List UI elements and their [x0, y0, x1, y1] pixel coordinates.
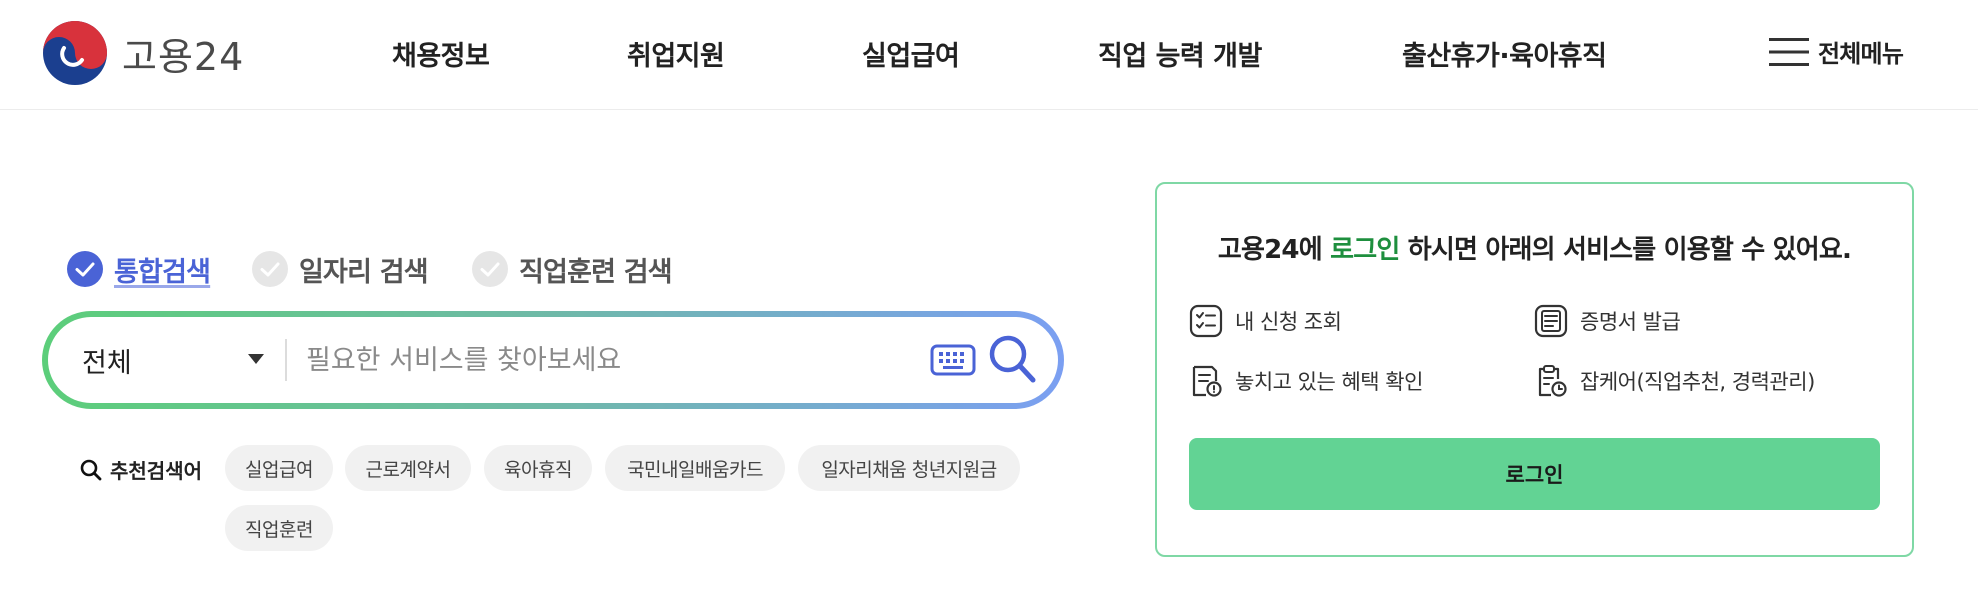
- service-certificate-issue[interactable]: 증명서 발급: [1534, 304, 1681, 338]
- checklist-icon: [1189, 304, 1223, 338]
- hamburger-icon: [1769, 37, 1809, 66]
- taegeuk-logo-icon: [43, 21, 107, 85]
- login-panel: 고용24에 로그인 하시면 아래의 서비스를 이용할 수 있어요. 내 신청 조…: [1155, 182, 1914, 557]
- tab-training-search[interactable]: 직업훈련 검색: [471, 248, 673, 290]
- all-menu-label: 전체메뉴: [1818, 40, 1904, 68]
- nav-item-unemployment-benefit[interactable]: 실업급여: [862, 34, 960, 73]
- all-menu-button[interactable]: 전체메뉴: [1768, 34, 1904, 69]
- search-input[interactable]: [306, 335, 926, 385]
- keyword-chip[interactable]: 국민내일배움카드: [605, 445, 785, 491]
- logo-text: 고용24: [122, 34, 245, 79]
- keyword-chip[interactable]: 직업훈련: [225, 505, 333, 551]
- keyword-chip[interactable]: 육아휴직: [484, 445, 592, 491]
- search-bar: 전체: [42, 311, 1064, 409]
- service-label: 내 신청 조회: [1235, 310, 1342, 334]
- service-job-care[interactable]: 잡케어(직업추천, 경력관리): [1534, 364, 1815, 398]
- nav-item-parental-leave[interactable]: 출산휴가·육아휴직: [1402, 34, 1607, 73]
- nav-item-jobs-info[interactable]: 채용정보: [392, 34, 490, 73]
- search-bar-inner: 전체: [48, 317, 1058, 403]
- nav-item-vocational-training[interactable]: 직업 능력 개발: [1098, 34, 1262, 73]
- site-logo[interactable]: 고용24: [42, 20, 244, 86]
- keyword-chip[interactable]: 일자리채움 청년지원금: [798, 445, 1020, 491]
- login-button[interactable]: 로그인: [1189, 438, 1880, 510]
- recommended-label-text: 추천검색어: [110, 459, 202, 483]
- login-title-accent: 로그인: [1330, 235, 1400, 265]
- certificate-icon: [1534, 304, 1568, 338]
- search-icon[interactable]: [986, 331, 1038, 387]
- clipboard-clock-icon: [1538, 365, 1567, 397]
- tab-job-search[interactable]: 일자리 검색: [251, 248, 429, 290]
- recommended-keywords-label: 추천검색어: [80, 455, 202, 484]
- document-alert-icon: [1192, 365, 1222, 397]
- tab-label: 일자리 검색: [299, 256, 429, 288]
- service-label: 놓치고 있는 혜택 확인: [1235, 370, 1423, 394]
- service-missed-benefits[interactable]: 놓치고 있는 혜택 확인: [1189, 364, 1423, 398]
- service-label: 잡케어(직업추천, 경력관리): [1580, 370, 1815, 394]
- tab-integrated-search[interactable]: 통합검색: [66, 248, 211, 290]
- keyword-chip[interactable]: 근로계약서: [345, 445, 471, 491]
- login-title-prefix: 고용24에: [1217, 235, 1331, 265]
- site-header: 고용24 채용정보 취업지원 실업급여 직업 능력 개발 출산휴가·육아휴직 전…: [0, 0, 1978, 110]
- tab-label: 직업훈련 검색: [519, 256, 673, 288]
- login-panel-title: 고용24에 로그인 하시면 아래의 서비스를 이용할 수 있어요.: [1157, 229, 1912, 266]
- search-divider: [285, 339, 287, 381]
- check-circle-icon: [252, 251, 288, 287]
- service-label: 증명서 발급: [1580, 310, 1681, 334]
- check-circle-icon: [472, 251, 508, 287]
- search-icon: [80, 459, 102, 480]
- service-my-applications[interactable]: 내 신청 조회: [1189, 304, 1342, 338]
- keyboard-icon[interactable]: [930, 342, 976, 378]
- login-title-suffix: 하시면 아래의 서비스를 이용할 수 있어요.: [1399, 235, 1852, 265]
- search-scope-select[interactable]: 전체: [82, 317, 132, 403]
- tab-label: 통합검색: [114, 256, 211, 288]
- check-circle-icon: [67, 251, 103, 287]
- keyword-chip[interactable]: 실업급여: [225, 445, 333, 491]
- caret-down-icon[interactable]: [248, 354, 264, 364]
- nav-item-employment-support[interactable]: 취업지원: [627, 34, 725, 73]
- search-scope-value: 전체: [82, 347, 132, 379]
